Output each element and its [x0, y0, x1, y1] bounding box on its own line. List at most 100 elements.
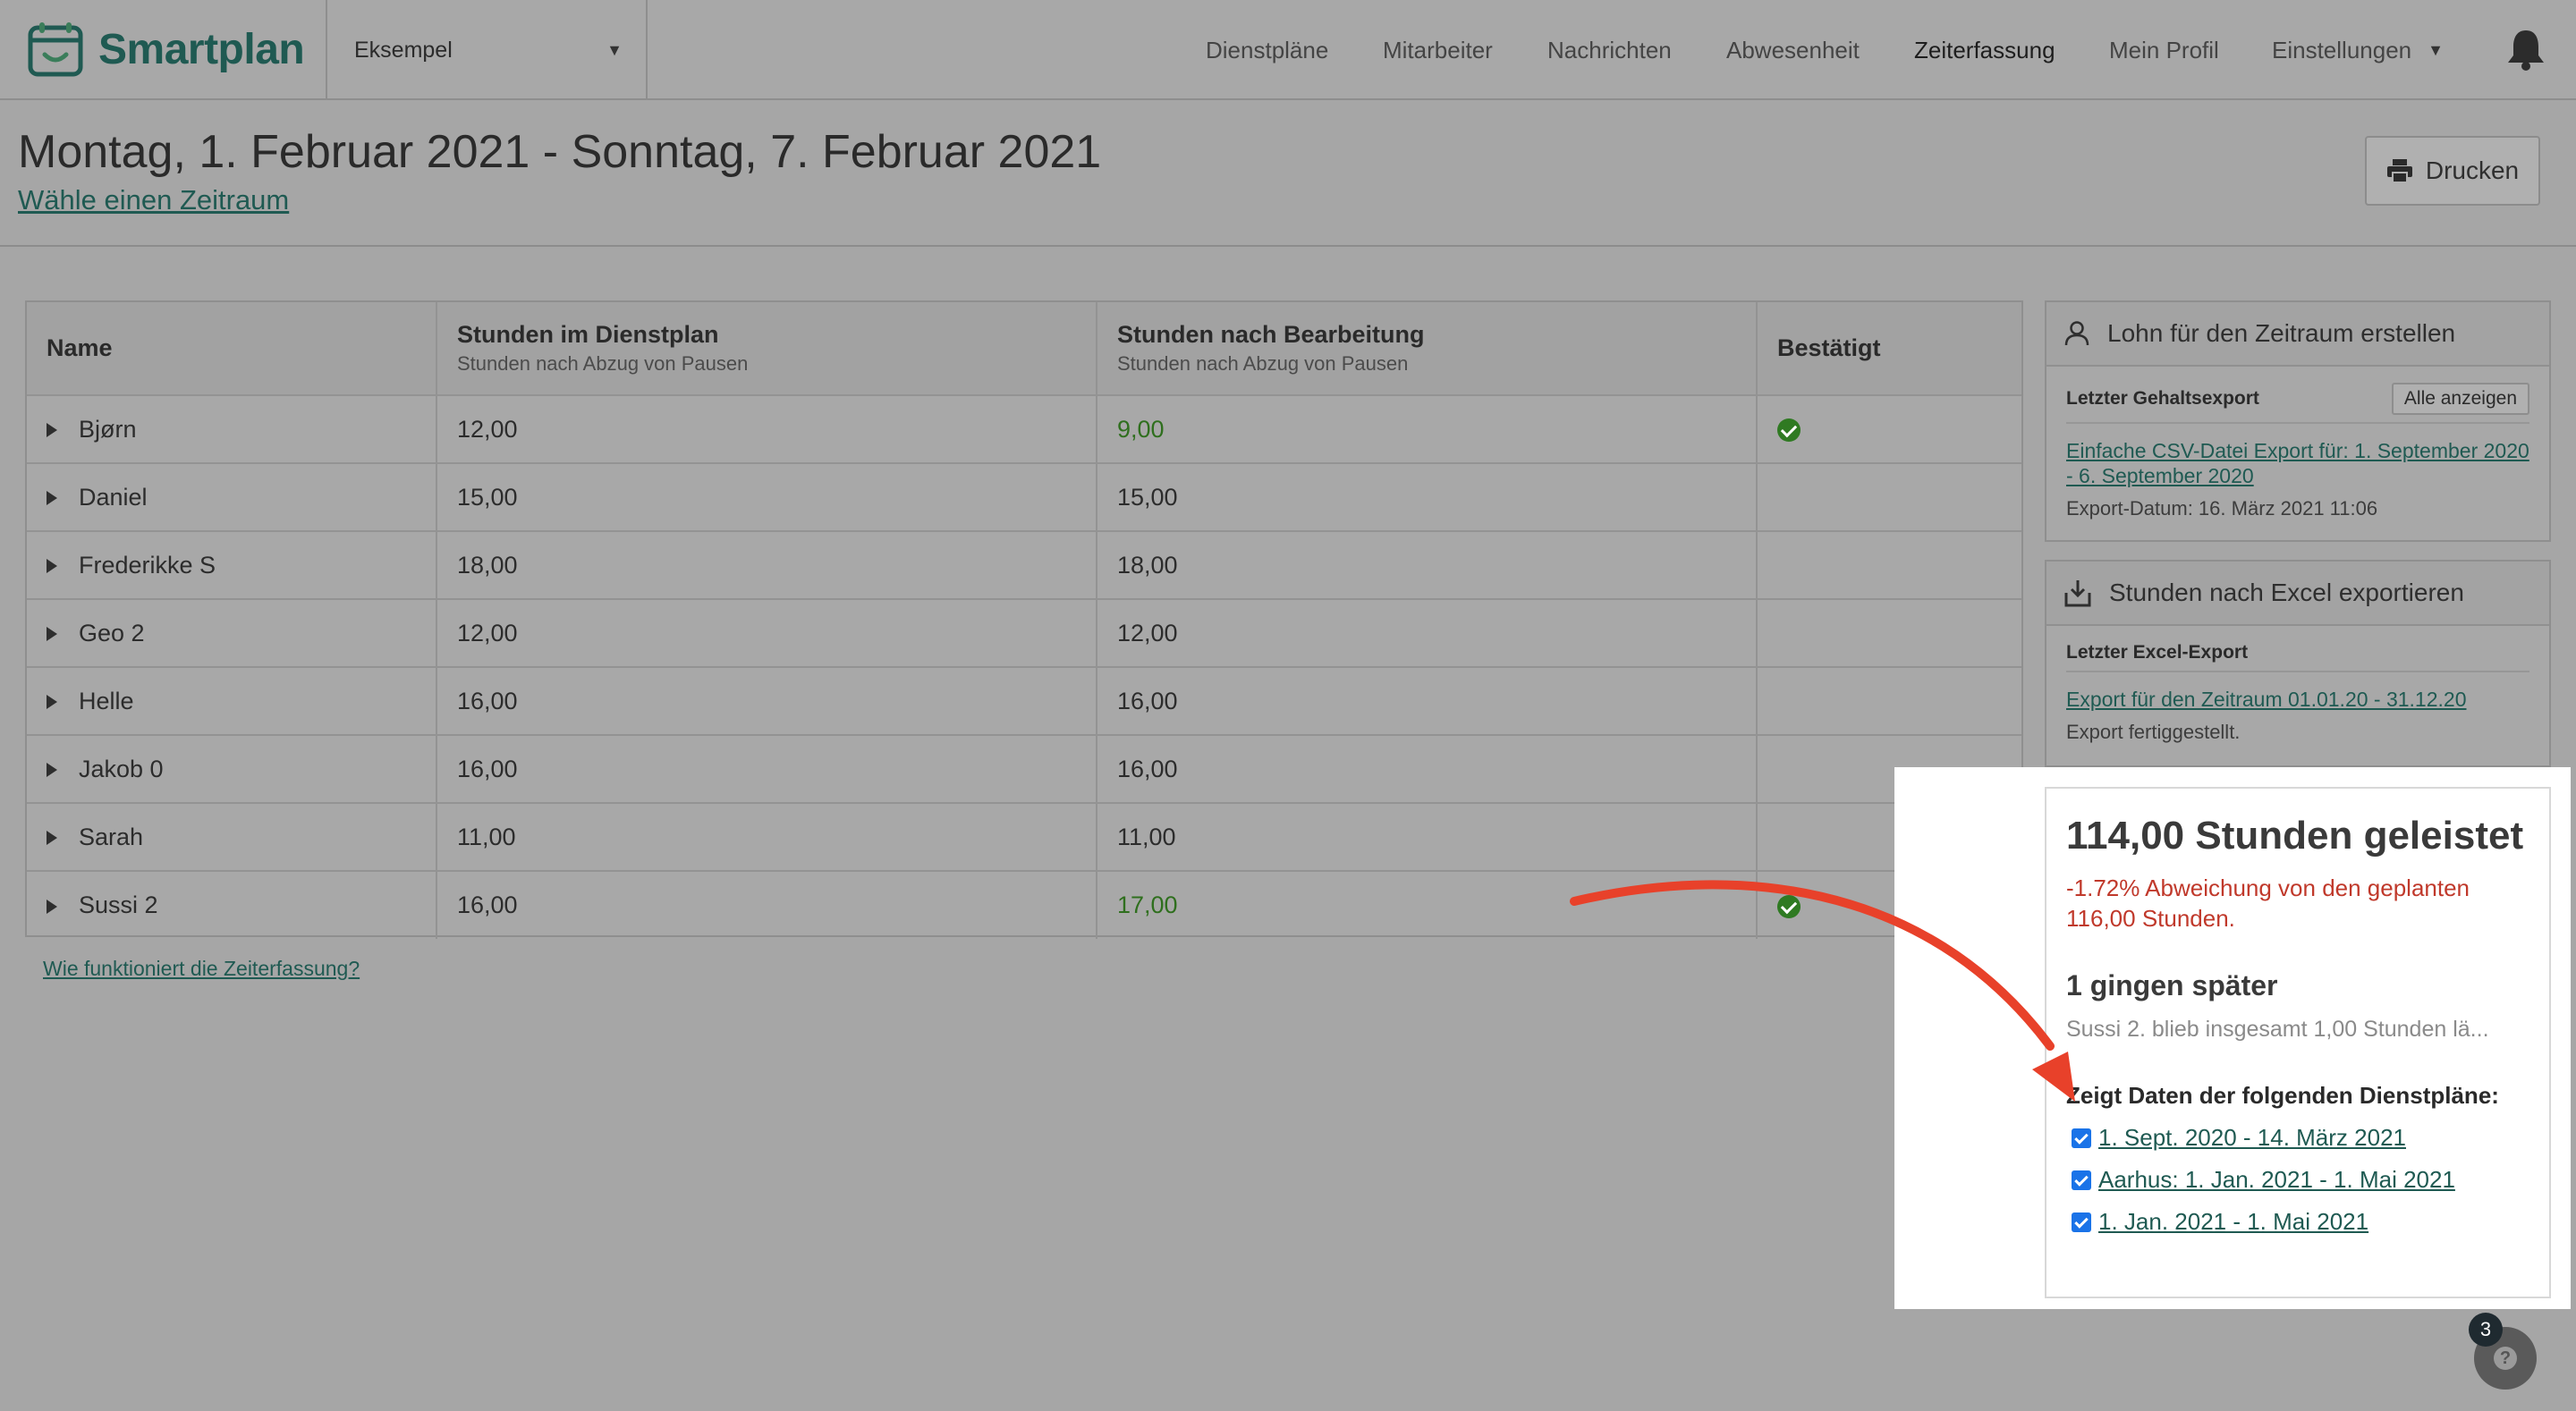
schedule-option[interactable]: 1. Jan. 2021 - 1. Mai 2021: [2072, 1208, 2529, 1236]
planned-hours-cell: 11,00: [436, 803, 1097, 872]
notification-count-badge: 3: [2469, 1313, 2503, 1347]
question-icon: ?: [2494, 1347, 2517, 1370]
employee-name-cell[interactable]: Bjørn: [27, 395, 437, 464]
planned-hours-cell: 12,00: [436, 599, 1097, 668]
edited-hours-cell: 15,00: [1097, 463, 1758, 532]
edited-hours-cell: 12,00: [1097, 599, 1758, 668]
schedule-link[interactable]: Aarhus: 1. Jan. 2021 - 1. Mai 2021: [2098, 1166, 2455, 1194]
notification-bell-icon[interactable]: [2504, 27, 2547, 72]
table-row[interactable]: Daniel 15,00 15,00: [27, 463, 2021, 532]
schedule-link[interactable]: 1. Jan. 2021 - 1. Mai 2021: [2098, 1208, 2368, 1236]
planned-hours-cell: 16,00: [436, 667, 1097, 736]
print-button[interactable]: Drucken: [2365, 136, 2540, 206]
last-salary-export-label: Letzter Gehaltsexport: [2066, 388, 2259, 409]
table-row[interactable]: Jakob 0 16,00 16,00: [27, 735, 2021, 804]
salary-export-link[interactable]: Einfache CSV-Datei Export für: 1. Septem…: [2066, 438, 2529, 488]
expand-arrow-icon[interactable]: [47, 491, 57, 506]
excel-export-status: Export fertiggestellt.: [2066, 721, 2241, 743]
confirmed-cell: [1757, 463, 2021, 532]
employee-name-cell[interactable]: Sarah: [27, 803, 437, 872]
export-date-text: Export-Datum: 16. März 2021 11:06: [2066, 497, 2378, 520]
header-divider: [326, 0, 327, 98]
column-header-confirmed: Bestätigt: [1757, 302, 2021, 396]
nav-item-nachrichten[interactable]: Nachrichten: [1547, 32, 1672, 68]
schedule-checkbox[interactable]: [2072, 1212, 2091, 1232]
planned-hours-cell: 15,00: [436, 463, 1097, 532]
table-row[interactable]: Frederikke S 18,00 18,00: [27, 531, 2021, 600]
nav-item-abwesenheit[interactable]: Abwesenheit: [1726, 32, 1860, 68]
top-navigation-bar: Smartplan Eksempel ▼ Dienstpläne Mitarbe…: [0, 0, 2576, 100]
confirmed-cell: [1757, 599, 2021, 668]
schedule-checkbox[interactable]: [2072, 1128, 2091, 1148]
employee-name-cell[interactable]: Daniel: [27, 463, 437, 532]
caret-down-icon: ▼: [2428, 40, 2444, 59]
nav-item-mitarbeiter[interactable]: Mitarbeiter: [1383, 32, 1493, 68]
excel-export-link[interactable]: Export für den Zeitraum 01.01.20 - 31.12…: [2066, 687, 2529, 712]
section-divider: [0, 245, 2576, 247]
edited-hours-cell: 17,00: [1097, 871, 1758, 939]
hours-worked-title: 114,00 Stunden geleistet: [2066, 814, 2524, 858]
edited-hours-cell: 16,00: [1097, 667, 1758, 736]
choose-period-link[interactable]: Wähle einen Zeitraum: [18, 184, 289, 216]
deviation-text: -1.72% Abweichung von den geplanten 116,…: [2066, 874, 2470, 932]
nav-item-zeiterfassung[interactable]: Zeiterfassung: [1914, 32, 2055, 68]
schedule-link[interactable]: 1. Sept. 2020 - 14. März 2021: [2098, 1124, 2406, 1152]
expand-arrow-icon[interactable]: [47, 423, 57, 438]
planned-hours-cell: 16,00: [436, 871, 1097, 939]
excel-export-panel: Stunden nach Excel exportieren Letzter E…: [2045, 560, 2551, 767]
app-logo[interactable]: Smartplan: [27, 20, 305, 79]
expand-arrow-icon[interactable]: [47, 899, 57, 914]
header-divider: [646, 0, 648, 98]
table-row[interactable]: Sarah 11,00 11,00: [27, 803, 2021, 872]
print-button-label: Drucken: [2425, 156, 2520, 184]
table-row[interactable]: Bjørn 12,00 9,00: [27, 395, 2021, 464]
column-header-planned: Stunden im Dienstplan Stunden nach Abzug…: [436, 302, 1097, 396]
table-row[interactable]: Sussi 2 16,00 17,00: [27, 871, 2021, 939]
schedule-checkbox[interactable]: [2072, 1170, 2091, 1190]
planned-hours-cell: 16,00: [436, 735, 1097, 804]
table-row[interactable]: Helle 16,00 16,00: [27, 667, 2021, 736]
table-row[interactable]: Geo 2 12,00 12,00: [27, 599, 2021, 668]
edited-hours-cell: 9,00: [1097, 395, 1758, 464]
expand-arrow-icon[interactable]: [47, 695, 57, 710]
salary-export-title: Lohn für den Zeitraum erstellen: [2107, 319, 2456, 347]
nav-item-einstellungen[interactable]: Einstellungen ▼: [2272, 32, 2444, 68]
schedules-label: Zeigt Daten der folgenden Dienstpläne:: [2066, 1082, 2499, 1109]
employee-name-cell[interactable]: Sussi 2: [27, 871, 437, 939]
confirmed-cell: [1757, 395, 2021, 464]
table-header-row: Name Stunden im Dienstplan Stunden nach …: [27, 302, 2021, 396]
expand-arrow-icon[interactable]: [47, 559, 57, 574]
expand-arrow-icon[interactable]: [47, 831, 57, 846]
expand-arrow-icon[interactable]: [47, 627, 57, 642]
check-circle-icon: [1777, 894, 1801, 918]
confirmed-cell: [1757, 667, 2021, 736]
time-tracking-help-link[interactable]: Wie funktioniert die Zeiterfassung?: [43, 957, 360, 981]
edited-hours-cell: 18,00: [1097, 531, 1758, 600]
edited-hours-cell: 11,00: [1097, 803, 1758, 872]
time-tracking-table: Name Stunden im Dienstplan Stunden nach …: [25, 300, 2023, 939]
planned-hours-cell: 18,00: [436, 531, 1097, 600]
show-all-button[interactable]: Alle anzeigen: [2391, 383, 2529, 415]
user-icon: [2064, 321, 2089, 346]
schedule-option[interactable]: 1. Sept. 2020 - 14. März 2021: [2072, 1124, 2529, 1152]
employee-name-cell[interactable]: Frederikke S: [27, 531, 437, 600]
expand-arrow-icon[interactable]: [47, 763, 57, 778]
salary-export-header[interactable]: Lohn für den Zeitraum erstellen: [2046, 302, 2549, 367]
nav-item-dienstplaene[interactable]: Dienstpläne: [1206, 32, 1328, 68]
employee-name-cell[interactable]: Geo 2: [27, 599, 437, 668]
printer-icon: [2386, 159, 2412, 183]
nav-item-mein-profil[interactable]: Mein Profil: [2109, 32, 2219, 68]
salary-export-panel: Lohn für den Zeitraum erstellen Letzter …: [2045, 300, 2551, 542]
organization-select[interactable]: Eksempel ▼: [354, 32, 623, 68]
employee-name-cell[interactable]: Helle: [27, 667, 437, 736]
column-header-name: Name: [27, 302, 437, 396]
excel-export-title: Stunden nach Excel exportieren: [2109, 579, 2464, 606]
calendar-smile-icon: [28, 22, 83, 77]
app-name: Smartplan: [98, 25, 305, 73]
excel-export-header[interactable]: Stunden nach Excel exportieren: [2046, 562, 2549, 626]
schedule-option[interactable]: Aarhus: 1. Jan. 2021 - 1. Mai 2021: [2072, 1166, 2529, 1194]
last-excel-export-label: Letzter Excel-Export: [2066, 642, 2249, 663]
download-icon: [2064, 580, 2091, 607]
employee-name-cell[interactable]: Jakob 0: [27, 735, 437, 804]
left-later-detail: Sussi 2. blieb insgesamt 1,00 Stunden lä…: [2066, 1017, 2489, 1042]
